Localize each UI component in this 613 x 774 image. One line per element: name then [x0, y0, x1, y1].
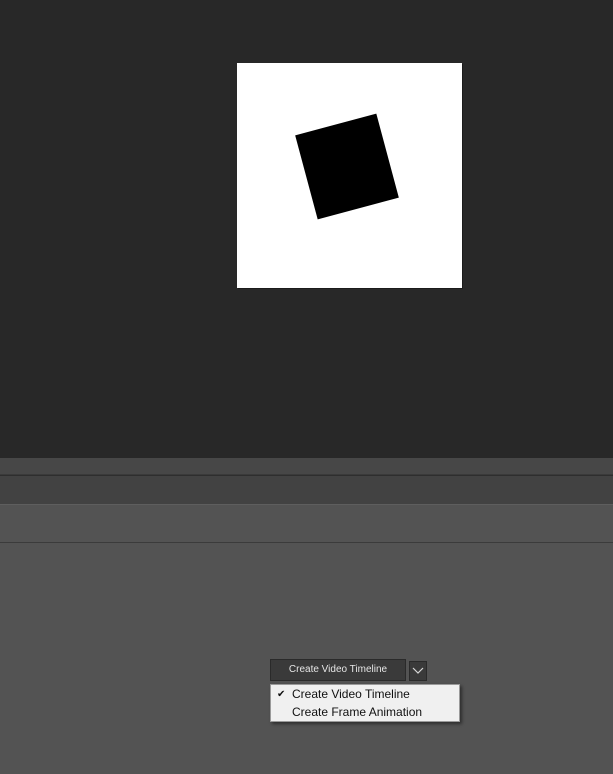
- checkmark-icon: ✔: [277, 689, 286, 700]
- chevron-down-icon: [412, 667, 424, 674]
- menu-item-create-frame-animation[interactable]: Create Frame Animation: [271, 704, 459, 721]
- menu-item-create-video-timeline[interactable]: ✔ Create Video Timeline: [271, 686, 459, 703]
- menu-item-label: Create Frame Animation: [292, 705, 423, 719]
- timeline-toolbar: [0, 505, 613, 543]
- create-video-timeline-button[interactable]: Create Video Timeline: [270, 659, 406, 681]
- panel-divider[interactable]: [0, 458, 613, 475]
- timeline-type-menu: ✔ Create Video Timeline Create Frame Ani…: [270, 684, 460, 722]
- menu-item-label: Create Video Timeline: [292, 687, 410, 701]
- timeline-panel-header: [0, 475, 613, 505]
- timeline-type-dropdown-toggle[interactable]: [409, 661, 427, 681]
